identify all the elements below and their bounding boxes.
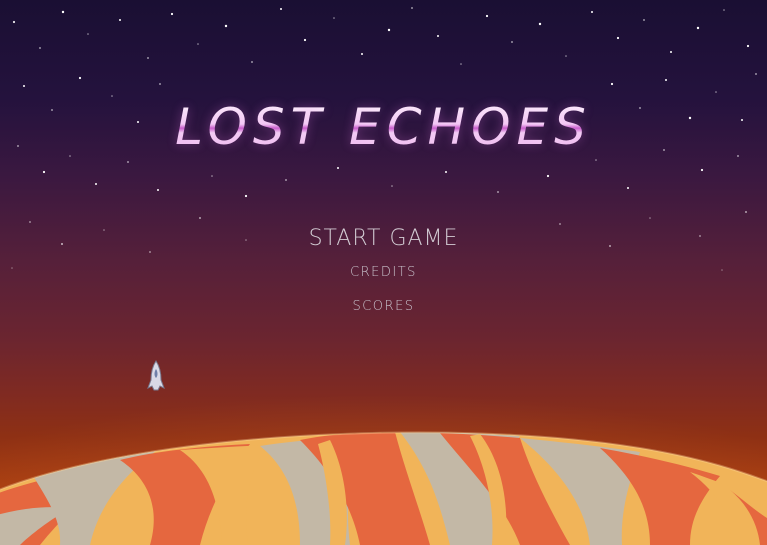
planet-surface <box>0 330 767 545</box>
title-screen: LOST ECHOES START GAME CREDITS SCORES <box>0 0 767 545</box>
